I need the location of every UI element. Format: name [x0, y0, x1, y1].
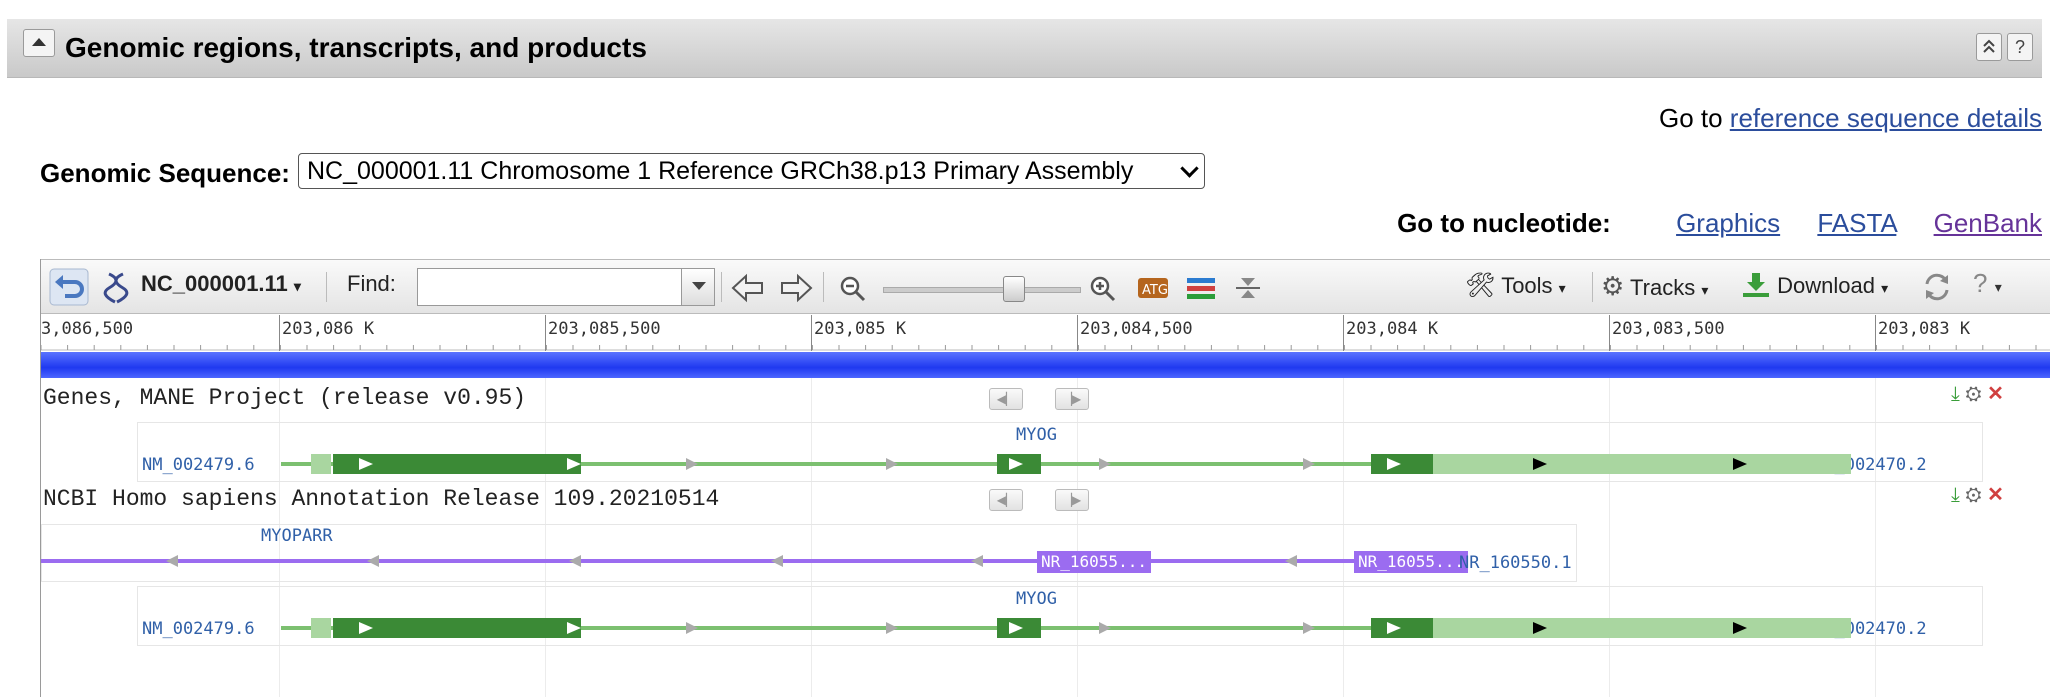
sequence-zoom-icon[interactable]: ATG — [1137, 274, 1169, 302]
ruler-tick — [1609, 315, 1610, 351]
gear-icon[interactable]: ⚙ — [1965, 383, 1981, 405]
graphics-link[interactable]: Graphics — [1676, 208, 1780, 238]
ruler-label: 203,086 K — [282, 319, 375, 339]
goto-prefix: Go to — [1658, 103, 1723, 133]
ruler-label: 203,083,500 — [1612, 319, 1725, 339]
chevron-down-icon — [1180, 159, 1199, 178]
goto-nucleotide-label: Go to nucleotide: — [1397, 208, 1611, 238]
help-button[interactable]: ? — [2007, 33, 2033, 61]
gear-icon[interactable]: ⚙ — [1965, 484, 1981, 506]
zoom-slider-track[interactable] — [883, 287, 1081, 293]
ruler-label: 203,084,500 — [1080, 319, 1193, 339]
download-label: Download — [1777, 273, 1875, 298]
find-label: Find: — [347, 271, 396, 296]
tools-icon: 🛠 — [1465, 272, 1496, 299]
ruler-label: 3,086,500 — [41, 319, 134, 339]
sequence-viewer: NC_000001.11 ▾ Find: ATG 🛠 Tools ▾ ⚙ Tra… — [40, 259, 2050, 697]
goto-nucleotide-row: Go to nucleotide: Graphics FASTA GenBank — [1397, 208, 2042, 239]
caret-down-icon: ▾ — [1558, 280, 1566, 296]
undo-icon[interactable] — [49, 268, 89, 306]
help-menu[interactable]: ? ▾ — [1973, 268, 2002, 299]
divider — [721, 272, 722, 302]
zoom-out-icon[interactable] — [839, 275, 867, 303]
goto-reference-row: Go to reference sequence details — [1659, 103, 2042, 134]
divider — [1592, 272, 1593, 302]
divider — [823, 272, 824, 302]
pan-left-icon[interactable] — [731, 273, 765, 303]
close-icon[interactable]: ✕ — [1987, 383, 2004, 405]
mrna-feature-graphic[interactable] — [41, 613, 2050, 643]
track-controls: ⤓ ⚙ ✕ — [1951, 482, 2004, 507]
section-header: Genomic regions, transcripts, and produc… — [7, 19, 2042, 78]
track-next-feature-button[interactable]: ▕▶ — [1055, 388, 1089, 410]
gear-icon: ⚙ — [1601, 271, 1625, 301]
tools-label: Tools — [1501, 273, 1553, 298]
accession-menu[interactable]: NC_000001.11 ▾ — [141, 271, 301, 297]
reference-sequence-details-link[interactable]: reference sequence details — [1730, 103, 2042, 133]
ncrna-tag[interactable]: NR_16055... — [1354, 551, 1468, 573]
pan-right-icon[interactable] — [779, 273, 813, 303]
download-menu[interactable]: Download ▾ — [1741, 271, 1888, 299]
find-dropdown-button[interactable] — [681, 268, 715, 306]
collapse-section-button[interactable] — [23, 29, 55, 57]
chromosome-icon[interactable] — [103, 270, 129, 306]
gene-label[interactable]: MYOG — [1016, 589, 1057, 609]
tracks-label: Tracks — [1630, 275, 1696, 300]
divider — [326, 272, 327, 302]
coordinate-ruler: 3,086,500 203,086 K 203,085,500 203,085 … — [41, 315, 2050, 351]
zoom-slider-thumb[interactable] — [1003, 276, 1025, 302]
genbank-link[interactable]: GenBank — [1934, 208, 2042, 238]
ruler-tick — [1077, 315, 1078, 351]
fasta-link[interactable]: FASTA — [1817, 208, 1896, 238]
track-title-annotation: NCBI Homo sapiens Annotation Release 109… — [43, 486, 720, 512]
caret-down-icon: ▾ — [293, 278, 301, 294]
ruler-label: 203,084 K — [1346, 319, 1439, 339]
caret-down-icon: ▾ — [1701, 282, 1709, 298]
ncrna-label[interactable]: NR_160550.1 — [1459, 553, 1572, 573]
caret-down-icon: ▾ — [1994, 279, 2002, 295]
genomic-sequence-label: Genomic Sequence: — [40, 158, 290, 188]
accession-label: NC_000001.11 — [141, 271, 288, 296]
ruler-label: 203,085,500 — [548, 319, 661, 339]
ruler-tick — [545, 315, 546, 351]
refresh-icon[interactable] — [1921, 272, 1953, 302]
ruler-label: 203,083 K — [1878, 319, 1971, 339]
close-icon[interactable]: ✕ — [1987, 484, 2004, 506]
genomic-sequence-select[interactable]: NC_000001.11 Chromosome 1 Reference GRCh… — [298, 153, 1205, 189]
ruler-tick — [811, 315, 812, 351]
ruler-label: 203,085 K — [814, 319, 907, 339]
collapse-all-button[interactable] — [1976, 33, 2002, 61]
download-icon — [1743, 273, 1769, 297]
ruler-tick — [279, 315, 280, 351]
triangle-up-icon — [32, 38, 46, 46]
ncrna-tag[interactable]: NR_16055... — [1037, 551, 1151, 573]
lncrna-gene-label[interactable]: MYOPARR — [261, 526, 333, 546]
help-icon: ? — [2014, 37, 2025, 57]
genomic-sequence-value: NC_000001.11 Chromosome 1 Reference GRCh… — [307, 157, 1134, 185]
track-controls: ⤓ ⚙ ✕ — [1951, 381, 2004, 406]
double-chevron-up-icon — [1983, 39, 1995, 53]
zoom-in-icon[interactable] — [1089, 275, 1117, 303]
mrna-feature-graphic[interactable] — [41, 449, 2050, 479]
track-next-feature-button[interactable]: ▕▶ — [1055, 489, 1089, 511]
find-input[interactable] — [417, 268, 687, 306]
chromosome-overview-bar[interactable] — [41, 352, 2050, 378]
download-icon[interactable]: ⤓ — [1951, 484, 1960, 506]
svg-text:ATG: ATG — [1142, 283, 1168, 298]
track-title-mane: Genes, MANE Project (release v0.95) — [43, 385, 527, 411]
caret-down-icon: ▾ — [1881, 280, 1889, 296]
viewer-toolbar: NC_000001.11 ▾ Find: ATG 🛠 Tools ▾ ⚙ Tra… — [41, 259, 2050, 314]
collapse-tracks-icon[interactable] — [1233, 273, 1263, 303]
ruler-tick — [1875, 315, 1876, 351]
tools-menu[interactable]: 🛠 Tools ▾ — [1465, 271, 1566, 300]
alignment-icon[interactable] — [1185, 274, 1217, 302]
help-icon: ? — [1973, 268, 1988, 298]
track-prev-feature-button[interactable]: ◀▏ — [989, 388, 1023, 410]
track-prev-feature-button[interactable]: ◀▏ — [989, 489, 1023, 511]
download-icon[interactable]: ⤓ — [1951, 383, 1960, 405]
gene-label[interactable]: MYOG — [1016, 425, 1057, 445]
ruler-tick — [1343, 315, 1344, 351]
tracks-menu[interactable]: ⚙ Tracks ▾ — [1601, 271, 1708, 302]
section-title: Genomic regions, transcripts, and produc… — [65, 32, 647, 63]
